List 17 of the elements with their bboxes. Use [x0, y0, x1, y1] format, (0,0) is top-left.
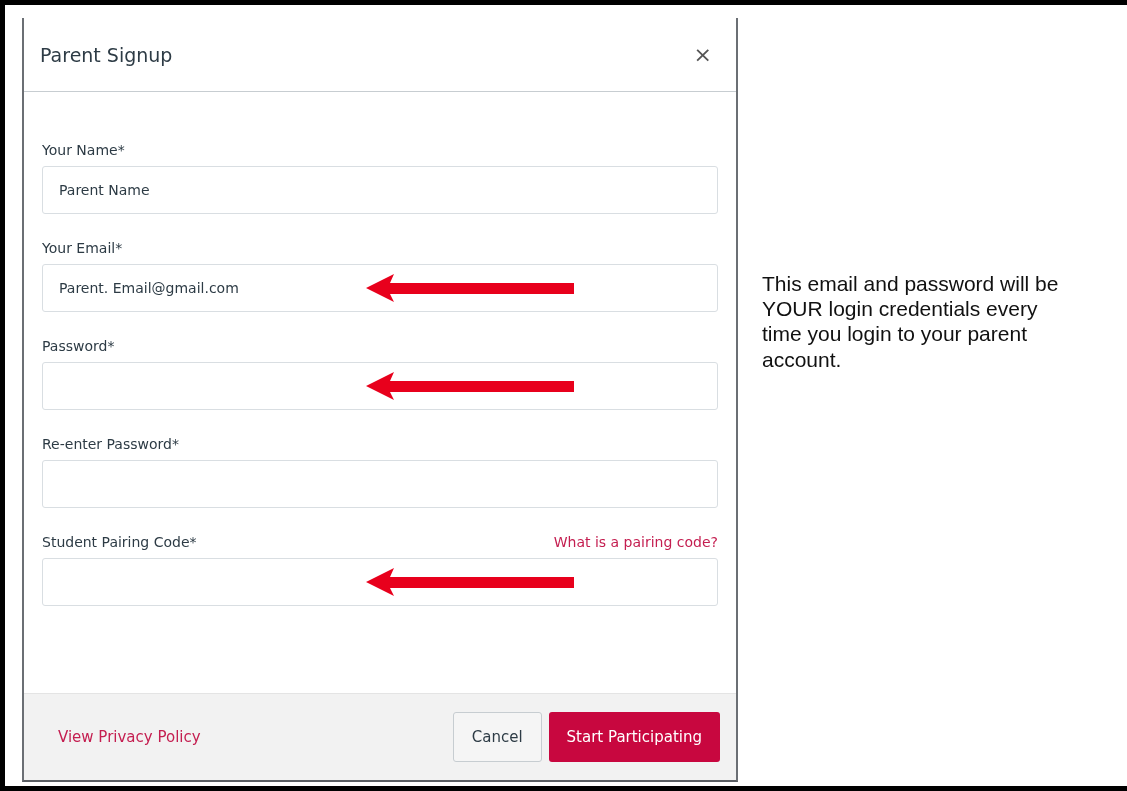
dialog-title: Parent Signup [40, 43, 173, 66]
field-label: Re-enter Password* [42, 436, 179, 452]
input-field[interactable]: Parent. Email@gmail.com [42, 264, 718, 312]
input-field[interactable] [42, 362, 718, 410]
privacy-link[interactable]: View Privacy Policy [58, 728, 201, 746]
field-label: Your Email* [42, 240, 123, 256]
help-link[interactable]: What is a pairing code? [553, 534, 718, 550]
start-button[interactable]: Start Participating [548, 712, 720, 762]
cancel-button[interactable]: Cancel [452, 712, 542, 762]
field-label: Your Name* [42, 142, 125, 158]
close-button[interactable]: × [689, 42, 716, 67]
field-label: Student Pairing Code* [42, 534, 197, 550]
input-field[interactable] [42, 460, 718, 508]
field-label: Password* [42, 338, 115, 354]
input-field[interactable] [42, 558, 718, 606]
note-text: This email and password will be YOUR login credentials every time you login to your parent account. [762, 271, 1060, 372]
input-field[interactable]: Parent Name [42, 166, 718, 214]
